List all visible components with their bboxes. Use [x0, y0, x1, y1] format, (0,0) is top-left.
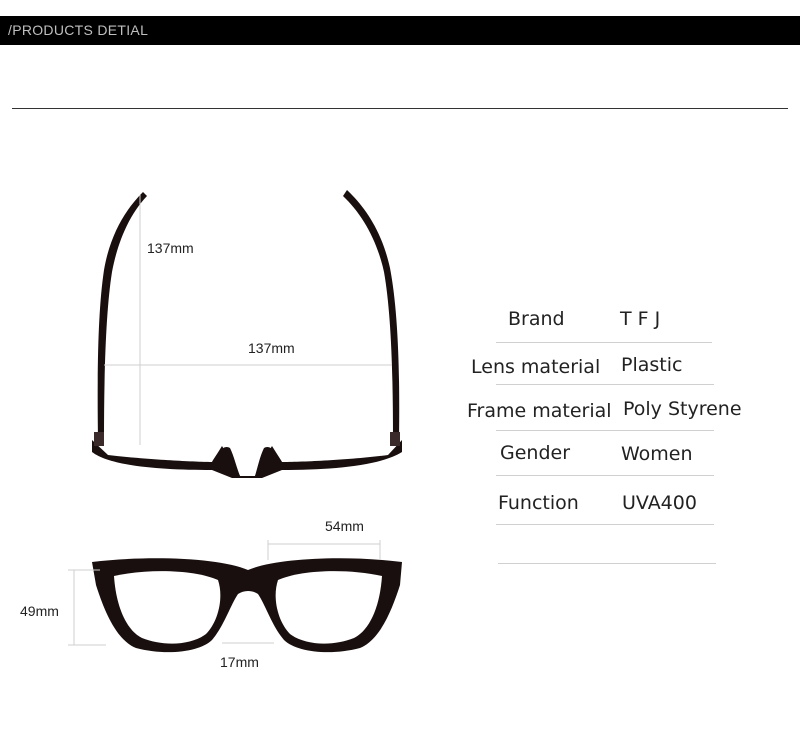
temple-length-label: 137mm: [147, 240, 194, 256]
glasses-top-view: [92, 190, 402, 478]
glasses-front-view: [92, 558, 402, 653]
lens-width-label: 54mm: [325, 518, 364, 534]
lens-height-label: 49mm: [20, 603, 59, 619]
bridge-width-label: 17mm: [220, 654, 259, 670]
glasses-illustration: [68, 190, 402, 653]
frame-width-label: 137mm: [248, 340, 295, 356]
